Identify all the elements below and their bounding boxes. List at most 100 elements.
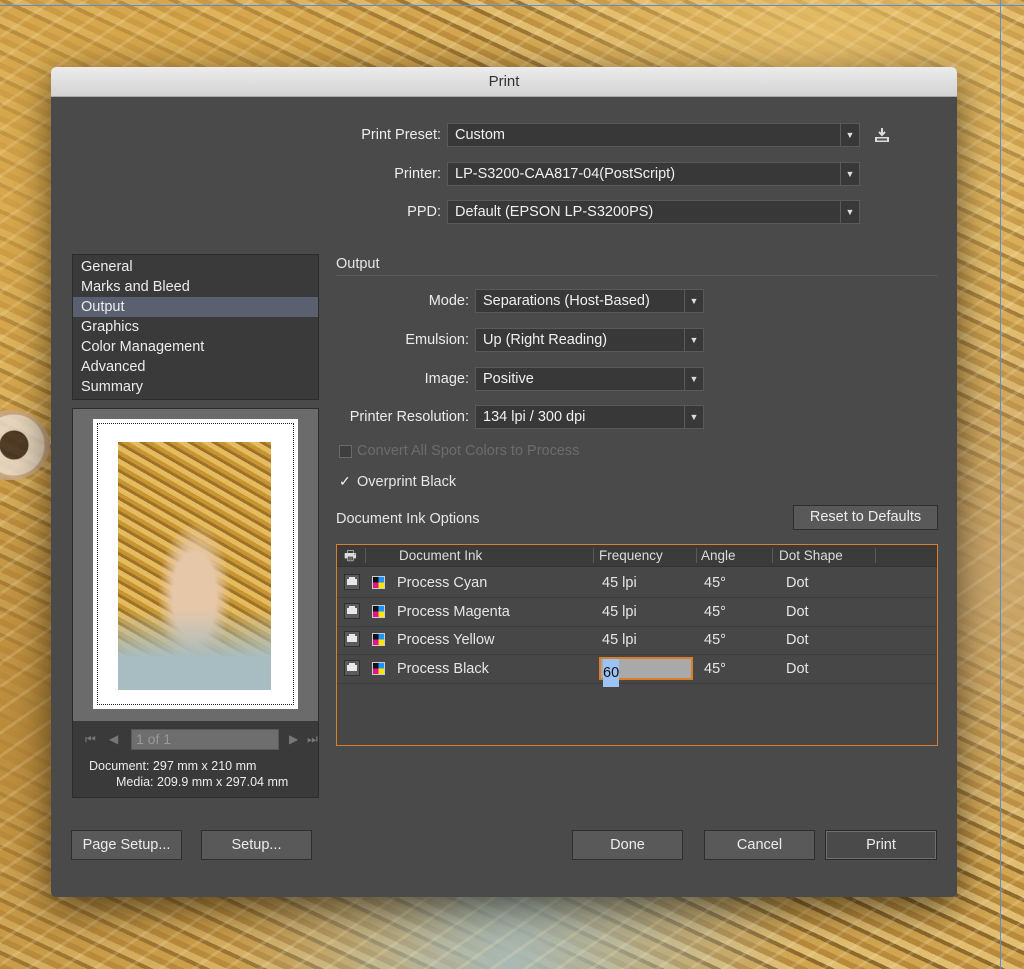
ink-name: Process Yellow [397, 632, 495, 648]
process-color-icon [372, 576, 385, 589]
nav-item-graphics[interactable]: Graphics [73, 317, 318, 337]
process-color-icon [372, 633, 385, 646]
page-navigator: ⏮ ◀ 1 of 1 ▶ ⏭ [85, 729, 318, 751]
printer-icon[interactable] [344, 603, 360, 619]
ppd-dropdown[interactable]: Default (EPSON LP-S3200PS) ▼ [447, 200, 860, 224]
column-frequency[interactable]: Frequency [599, 545, 663, 566]
column-document-ink[interactable]: Document Ink [399, 545, 482, 566]
printer-icon[interactable] [344, 660, 360, 676]
paper-preview [93, 419, 298, 709]
guide-line-top [0, 5, 1024, 6]
print-button[interactable]: Print [825, 830, 937, 860]
printer-icon: 🖶 [344, 548, 357, 563]
page-number-field[interactable]: 1 of 1 [131, 729, 279, 750]
ink-name: Process Magenta [397, 604, 510, 620]
chevron-down-icon: ▼ [684, 290, 703, 312]
document-size: Document: 297 mm x 210 mm [89, 759, 257, 773]
column-angle[interactable]: Angle [701, 545, 736, 566]
media-size: Media: 209.9 mm x 297.04 mm [116, 775, 289, 789]
document-ink-options-title: Document Ink Options [336, 511, 480, 527]
overprint-black-checkbox[interactable]: ✓ [339, 474, 352, 488]
previous-page-icon[interactable]: ◀ [109, 732, 118, 746]
print-preset-label: Print Preset: [361, 127, 441, 143]
column-separator [696, 548, 697, 563]
ink-row-process-yellow[interactable]: Process Yellow 45 lpi 45° Dot [337, 626, 937, 655]
ink-name: Process Cyan [397, 575, 488, 591]
ink-angle[interactable]: 45° [704, 626, 726, 654]
printer-icon[interactable] [344, 631, 360, 647]
section-title-output: Output [336, 256, 380, 272]
ink-frequency[interactable]: 45 lpi [602, 598, 637, 626]
ink-dot-shape[interactable]: Dot [786, 598, 809, 626]
image-dropdown[interactable]: Positive ▼ [475, 367, 704, 391]
ink-angle[interactable]: 45° [704, 598, 726, 626]
nav-item-color-management[interactable]: Color Management [73, 337, 318, 357]
column-separator [593, 548, 594, 563]
image-value: Positive [483, 371, 534, 387]
nav-item-output[interactable]: Output [73, 297, 318, 317]
ppd-value: Default (EPSON LP-S3200PS) [455, 204, 654, 220]
ink-frequency[interactable]: 45 lpi [602, 626, 637, 654]
emulsion-value: Up (Right Reading) [483, 332, 608, 348]
nav-item-advanced[interactable]: Advanced [73, 357, 318, 377]
save-preset-icon[interactable] [873, 126, 891, 144]
artwork-thumbnail [118, 442, 271, 690]
done-button[interactable]: Done [572, 830, 683, 860]
convert-spot-colors-label: Convert All Spot Colors to Process [357, 443, 580, 459]
setup-button[interactable]: Setup... [201, 830, 312, 860]
printer-resolution-label: Printer Resolution: [349, 409, 469, 425]
column-separator [772, 548, 773, 563]
chevron-down-icon: ▼ [684, 368, 703, 390]
printer-value: LP-S3200-CAA817-04(PostScript) [455, 166, 676, 182]
nav-item-marks-and-bleed[interactable]: Marks and Bleed [73, 277, 318, 297]
print-preset-dropdown[interactable]: Custom ▼ [447, 123, 860, 147]
print-dialog: Print Print Preset: Custom ▼ Printer: LP… [51, 67, 957, 897]
emulsion-label: Emulsion: [405, 332, 469, 348]
printer-dropdown[interactable]: LP-S3200-CAA817-04(PostScript) ▼ [447, 162, 860, 186]
first-page-icon[interactable]: ⏮ [85, 732, 96, 747]
ink-row-process-cyan[interactable]: Process Cyan 45 lpi 45° Dot [337, 569, 937, 598]
printer-icon[interactable] [344, 574, 360, 590]
print-preview: ⏮ ◀ 1 of 1 ▶ ⏭ Document: 297 mm x 210 mm… [72, 408, 319, 798]
ink-angle[interactable]: 45° [704, 569, 726, 597]
printer-resolution-dropdown[interactable]: 134 lpi / 300 dpi ▼ [475, 405, 704, 429]
convert-spot-colors-checkbox[interactable] [339, 445, 352, 458]
process-color-icon [372, 605, 385, 618]
column-separator [365, 548, 366, 563]
process-color-icon [372, 662, 385, 675]
cancel-button[interactable]: Cancel [704, 830, 815, 860]
frequency-edit-value: 60 [603, 659, 620, 687]
document-info: Document: 297 mm x 210 mm Media: 209.9 m… [89, 758, 288, 790]
last-page-icon[interactable]: ⏭ [307, 732, 318, 747]
ink-dot-shape[interactable]: Dot [786, 655, 809, 683]
ppd-label: PPD: [407, 204, 441, 220]
chevron-down-icon: ▼ [840, 201, 859, 223]
printer-resolution-value: 134 lpi / 300 dpi [483, 409, 586, 425]
chevron-down-icon: ▼ [684, 329, 703, 351]
frequency-edit-field[interactable]: 60 [599, 657, 693, 687]
chevron-down-icon: ▼ [840, 124, 859, 146]
ink-frequency[interactable]: 45 lpi [602, 569, 637, 597]
section-divider [336, 275, 937, 276]
chevron-down-icon: ▼ [840, 163, 859, 185]
nav-item-summary[interactable]: Summary [73, 377, 318, 397]
ink-angle[interactable]: 45° [704, 655, 726, 683]
emulsion-dropdown[interactable]: Up (Right Reading) ▼ [475, 328, 704, 352]
ink-row-process-magenta[interactable]: Process Magenta 45 lpi 45° Dot [337, 598, 937, 627]
printer-label: Printer: [394, 166, 441, 182]
ink-dot-shape[interactable]: Dot [786, 569, 809, 597]
ink-row-process-black[interactable]: Process Black 60 45° Dot [337, 655, 937, 687]
mode-dropdown[interactable]: Separations (Host-Based) ▼ [475, 289, 704, 313]
column-separator [875, 548, 876, 563]
page-preview-area[interactable] [73, 409, 318, 721]
mode-value: Separations (Host-Based) [483, 293, 650, 309]
ink-dot-shape[interactable]: Dot [786, 626, 809, 654]
reset-to-defaults-button[interactable]: Reset to Defaults [793, 505, 938, 530]
page-setup-button[interactable]: Page Setup... [71, 830, 182, 860]
column-dot-shape[interactable]: Dot Shape [779, 545, 843, 566]
print-preset-value: Custom [455, 127, 505, 143]
image-label: Image: [424, 371, 469, 387]
next-page-icon[interactable]: ▶ [289, 732, 298, 746]
nav-item-general[interactable]: General [73, 257, 318, 277]
ink-table-header: 🖶 Document Ink Frequency Angle Dot Shape [337, 545, 937, 567]
